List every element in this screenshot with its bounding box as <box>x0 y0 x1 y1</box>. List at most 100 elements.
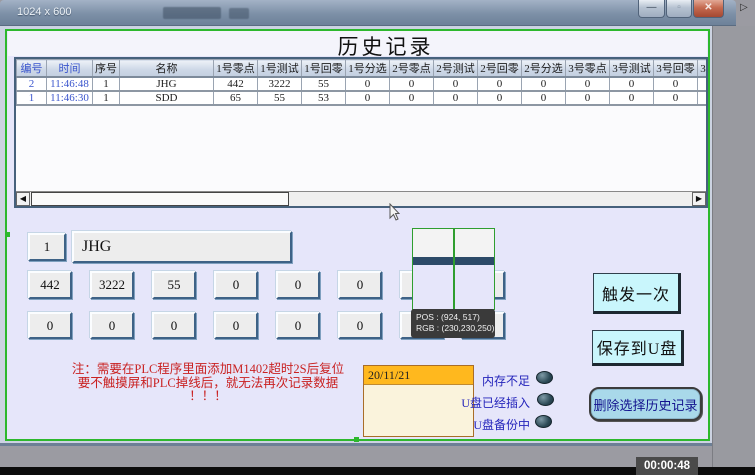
redacted-title-text <box>163 7 221 19</box>
cell[interactable]: 0 <box>346 91 390 105</box>
cell[interactable]: JHG <box>120 77 214 91</box>
col-header[interactable]: 1号测试 <box>258 60 302 78</box>
picker-tooltip: POS : (924, 517) RGB : (230,230,250) <box>411 309 495 338</box>
col-header[interactable]: 2号测试 <box>434 60 478 78</box>
history-table-panel: 编号 时间 序号 名称 1号零点 1号测试 1号回零 1号分选 2号零点 2号测… <box>14 57 708 208</box>
value-field[interactable]: 0 <box>214 271 258 299</box>
cell[interactable]: 1 <box>17 91 47 105</box>
cell[interactable]: 0 <box>478 91 522 105</box>
indicator-label: U盘已经插入 <box>438 394 530 411</box>
cell[interactable]: 3222 <box>258 77 302 91</box>
close-button[interactable]: ✕ <box>693 0 724 18</box>
scroll-right-arrow-icon[interactable]: ▶ <box>692 192 706 206</box>
cell[interactable]: SDD <box>120 91 214 105</box>
table-row[interactable]: 1 11:46:30 1 SDD 65 55 53 0 0 0 0 0 0 0 … <box>17 91 709 105</box>
plc-warning-note: 注：需要在PLC程序里面添加M1402超时2S后复位 要不触摸屏和PLC掉线后，… <box>28 363 388 404</box>
minimize-button[interactable]: — <box>638 0 665 18</box>
save-to-usb-button[interactable]: 保存到U盘 <box>592 330 684 366</box>
usb-inserted-lamp-icon <box>537 393 554 406</box>
col-header[interactable]: 1号回零 <box>302 60 346 78</box>
col-header[interactable]: 2号零点 <box>390 60 434 78</box>
col-header[interactable]: 3号分选 <box>698 60 709 78</box>
maximize-button[interactable]: ▫ <box>666 0 692 18</box>
col-header[interactable]: 3号测试 <box>610 60 654 78</box>
cell[interactable]: 0 <box>610 91 654 105</box>
cell[interactable] <box>698 91 709 105</box>
note-line: 注：需要在PLC程序里面添加M1402超时2S后复位 <box>28 363 388 377</box>
color-picker-magnifier <box>412 228 495 310</box>
horizontal-scrollbar[interactable]: ◀ ▶ <box>16 191 706 206</box>
value-field[interactable]: 0 <box>214 312 258 339</box>
note-line: 要不触摸屏和PLC掉线后，就无法再次记录数据 <box>28 377 388 391</box>
window-titlebar[interactable] <box>0 0 736 26</box>
collapse-arrow-icon[interactable]: ▷ <box>740 2 748 13</box>
cell[interactable]: 0 <box>390 77 434 91</box>
name-field[interactable]: JHG <box>72 231 292 263</box>
scroll-left-arrow-icon[interactable]: ◀ <box>16 192 30 206</box>
table-header-row: 编号 时间 序号 名称 1号零点 1号测试 1号回零 1号分选 2号零点 2号测… <box>17 60 709 78</box>
window-bottom-border <box>0 443 712 446</box>
value-field[interactable]: 0 <box>28 312 72 339</box>
redacted-title-text <box>229 8 249 19</box>
indicator-label: 内存不足 <box>438 372 530 389</box>
value-field[interactable]: 442 <box>28 271 72 299</box>
cell[interactable]: 0 <box>478 77 522 91</box>
col-header[interactable]: 2号分选 <box>522 60 566 78</box>
elapsed-timer: 00:00:48 <box>636 457 698 475</box>
col-header[interactable]: 1号零点 <box>214 60 258 78</box>
cell[interactable]: 0 <box>434 77 478 91</box>
value-field[interactable]: 0 <box>276 312 320 339</box>
cell[interactable]: 11:46:48 <box>47 77 93 91</box>
cell[interactable]: 1 <box>93 91 120 105</box>
note-line: ！！！ <box>28 390 388 404</box>
col-header[interactable]: 3号回零 <box>654 60 698 78</box>
scrollbar-thumb[interactable] <box>31 192 289 206</box>
trigger-once-button[interactable]: 触发一次 <box>593 273 681 314</box>
cell[interactable]: 0 <box>434 91 478 105</box>
cell[interactable]: 0 <box>654 91 698 105</box>
cell[interactable] <box>698 77 709 91</box>
value-field[interactable]: 0 <box>276 271 320 299</box>
indicator-label: U盘备份中 <box>438 416 530 433</box>
cell[interactable]: 55 <box>258 91 302 105</box>
magnifier-crosshair <box>453 229 455 309</box>
tooltip-rgb: RGB : (230,230,250) <box>416 323 495 334</box>
delete-history-button[interactable]: 删除选择历史记录 <box>589 387 702 421</box>
cell[interactable]: 1 <box>93 77 120 91</box>
memory-low-lamp-icon <box>536 371 553 384</box>
selection-handle[interactable] <box>354 437 359 442</box>
value-field[interactable]: 55 <box>152 271 196 299</box>
value-field[interactable]: 0 <box>338 271 382 299</box>
cell[interactable]: 0 <box>390 91 434 105</box>
cell[interactable]: 0 <box>654 77 698 91</box>
cell[interactable]: 55 <box>302 77 346 91</box>
col-header[interactable]: 编号 <box>17 60 47 78</box>
col-header[interactable]: 2号回零 <box>478 60 522 78</box>
value-field[interactable]: 0 <box>90 312 134 339</box>
value-field[interactable]: 3222 <box>90 271 134 299</box>
cell[interactable]: 442 <box>214 77 258 91</box>
table-row[interactable]: 2 11:46:48 1 JHG 442 3222 55 0 0 0 0 0 0… <box>17 77 709 91</box>
selection-handle[interactable] <box>5 232 10 237</box>
cell[interactable]: 0 <box>566 77 610 91</box>
col-header[interactable]: 1号分选 <box>346 60 390 78</box>
cell[interactable]: 0 <box>522 91 566 105</box>
col-header[interactable]: 3号零点 <box>566 60 610 78</box>
col-header[interactable]: 名称 <box>120 60 214 78</box>
cell[interactable]: 65 <box>214 91 258 105</box>
cell[interactable]: 0 <box>610 77 654 91</box>
cell[interactable]: 2 <box>17 77 47 91</box>
window-title: 1024 x 600 <box>17 6 71 18</box>
col-header[interactable]: 时间 <box>47 60 93 78</box>
col-header[interactable]: 序号 <box>93 60 120 78</box>
cell[interactable]: 53 <box>302 91 346 105</box>
cell[interactable]: 0 <box>522 77 566 91</box>
cell[interactable]: 0 <box>346 77 390 91</box>
value-field[interactable]: 0 <box>338 312 382 339</box>
cell[interactable]: 11:46:30 <box>47 91 93 105</box>
history-table: 编号 时间 序号 名称 1号零点 1号测试 1号回零 1号分选 2号零点 2号测… <box>16 59 708 106</box>
sequence-field[interactable]: 1 <box>28 233 66 261</box>
mouse-cursor-icon <box>386 203 400 223</box>
cell[interactable]: 0 <box>566 91 610 105</box>
value-field[interactable]: 0 <box>152 312 196 339</box>
